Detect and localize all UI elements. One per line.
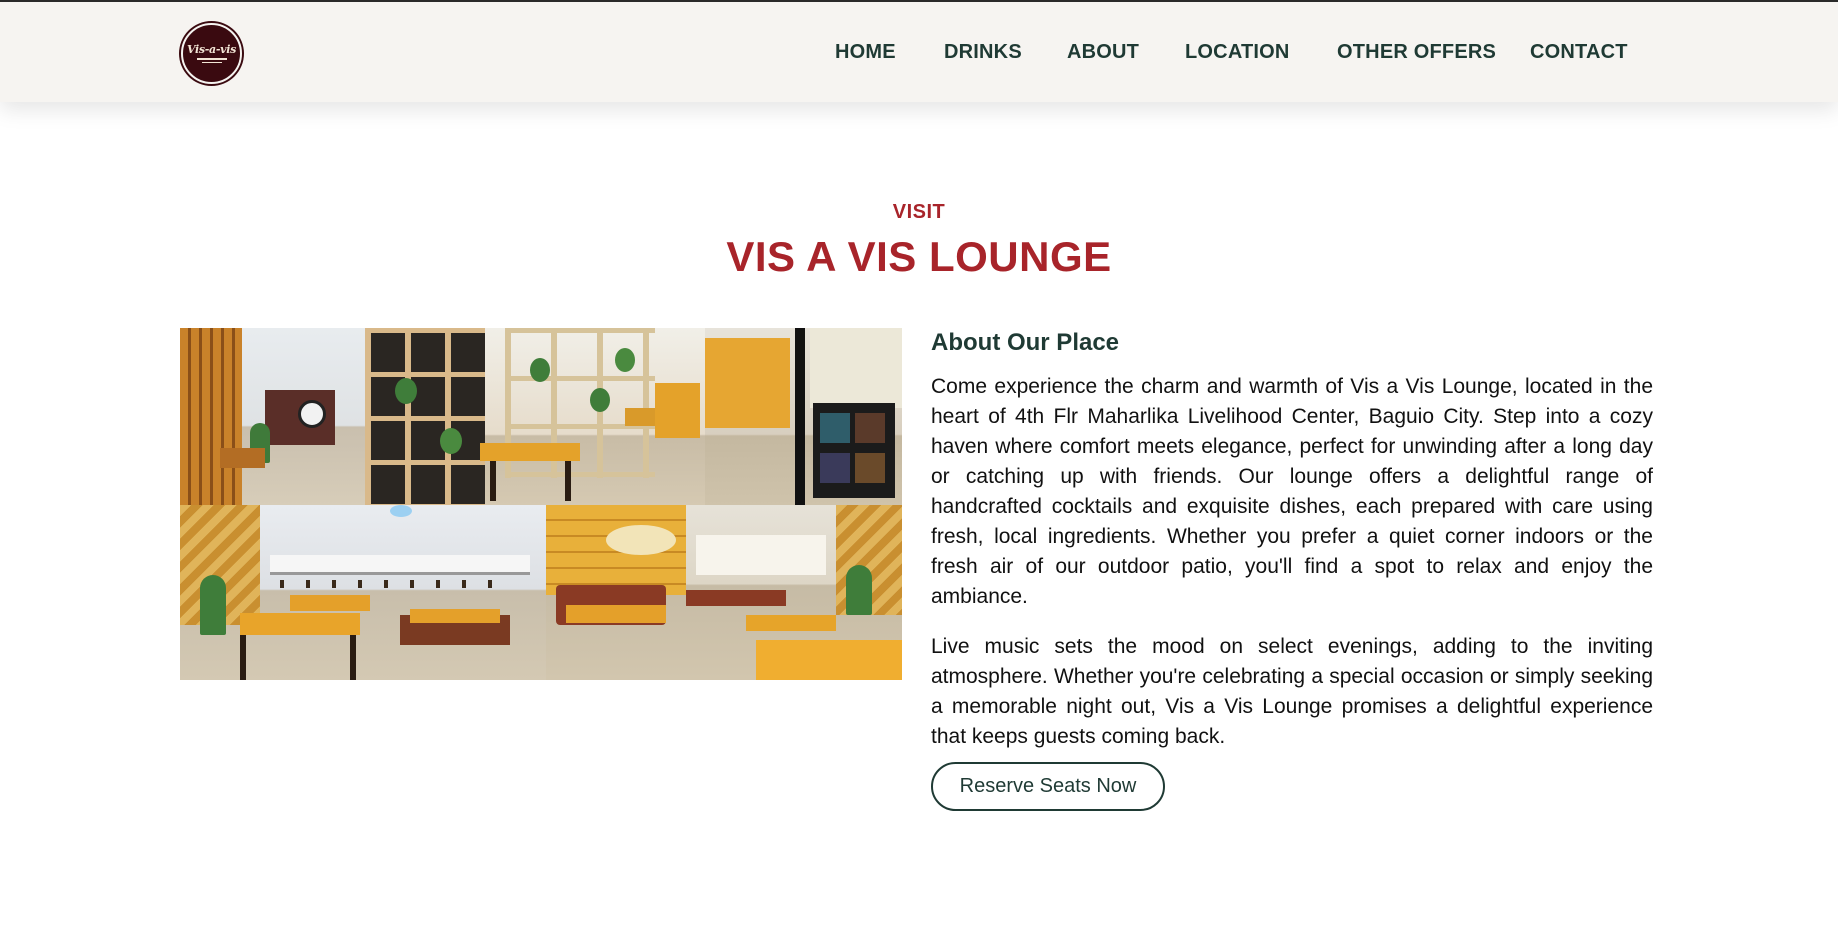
about-paragraph-1: Come experience the charm and warmth of … [931,375,1653,608]
site-header: Vis-a-vis HOME DRINKS ABOUT LOCATION OTH… [0,2,1838,102]
nav-about[interactable]: ABOUT [1067,41,1139,64]
about-heading: About Our Place [931,329,1120,356]
photo-entrance-counter [180,328,365,505]
reserve-seats-button[interactable]: Reserve Seats Now [931,762,1165,811]
photo-menu-board [705,328,902,505]
lounge-photo-collage [180,328,902,680]
page-title: VIS A VIS LOUNGE [726,233,1112,280]
nav-home[interactable]: HOME [835,41,896,64]
about-paragraph-2: Live music sets the mood on select eveni… [931,635,1653,748]
main-nav: HOME DRINKS ABOUT LOCATION OTHER OFFERS … [0,2,1838,102]
nav-drinks[interactable]: DRINKS [944,41,1022,64]
photo-shelf-divider [365,328,705,505]
nav-other-offers[interactable]: OTHER OFFERS [1337,41,1496,64]
section-kicker: VISIT [892,201,946,223]
nav-contact[interactable]: CONTACT [1530,41,1628,64]
photo-booth-seating [546,505,902,680]
photo-dining-hall [180,505,546,680]
nav-location[interactable]: LOCATION [1185,41,1290,64]
